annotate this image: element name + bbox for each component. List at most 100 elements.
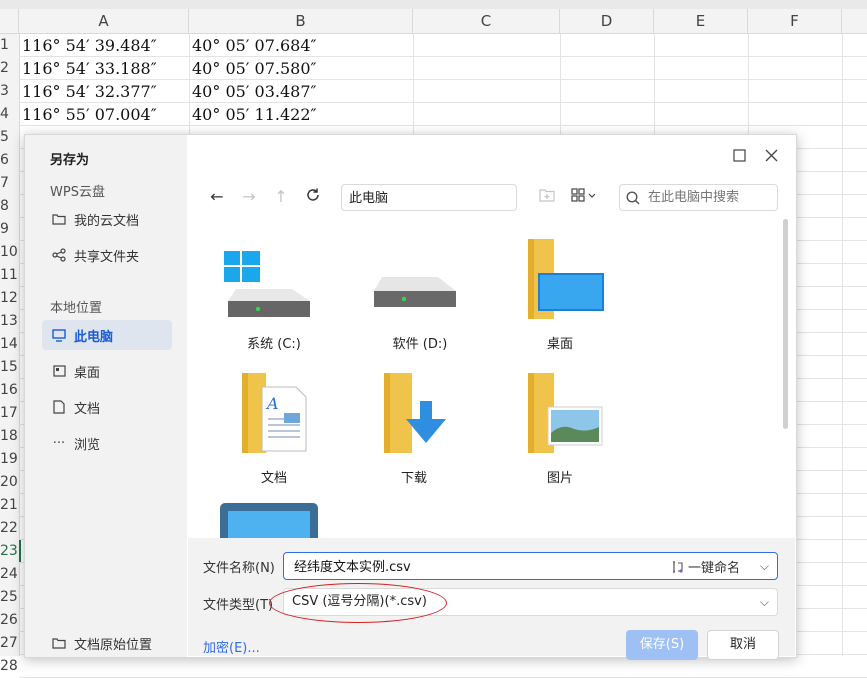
close-icon[interactable] xyxy=(763,149,779,165)
chevron-down-icon[interactable]: ⌵ xyxy=(760,553,769,579)
row-header[interactable]: 15 xyxy=(0,356,19,379)
column-header-a[interactable]: A xyxy=(19,9,189,34)
folder-icon xyxy=(51,635,67,651)
cell-a1[interactable]: 116° 54′ 39.484″ xyxy=(22,35,157,57)
column-header-f[interactable]: F xyxy=(748,9,842,34)
row-header[interactable]: 12 xyxy=(0,287,19,310)
search-input[interactable] xyxy=(646,189,770,206)
sidebar-item-label: 文档 xyxy=(74,401,101,417)
search-box[interactable] xyxy=(619,184,778,211)
filename-field[interactable]: 一键命名 ⌵ xyxy=(283,552,778,580)
search-icon xyxy=(626,190,640,205)
computer-icon xyxy=(51,327,67,343)
save-as-dialog: 另存为 WPS云盘 我的云文档 共享文件夹 本地位置 此电脑 桌面 文档 ···… xyxy=(24,134,797,660)
row-header[interactable]: 20 xyxy=(0,471,19,494)
item-label: 下载 xyxy=(400,471,427,486)
encrypt-link[interactable]: 加密(E)... xyxy=(203,637,260,656)
rename-label: 一键命名 xyxy=(688,561,741,576)
filename-input[interactable] xyxy=(292,557,656,574)
svg-text:A: A xyxy=(265,394,279,413)
sidebar-item-shared-folder[interactable]: 共享文件夹 xyxy=(42,240,172,270)
filename-label: 文件名称(N) xyxy=(203,561,275,576)
new-folder-icon[interactable] xyxy=(537,187,557,207)
cell-a4[interactable]: 116° 55′ 07.004″ xyxy=(22,104,157,126)
documents-folder-icon: A xyxy=(242,373,307,453)
back-icon[interactable]: ← xyxy=(207,187,227,207)
row-header[interactable]: 22 xyxy=(0,517,19,540)
scrollbar[interactable] xyxy=(783,219,788,429)
row-header[interactable]: 7 xyxy=(0,172,19,195)
sidebar: 另存为 WPS云盘 我的云文档 共享文件夹 本地位置 此电脑 桌面 文档 ···… xyxy=(25,135,187,657)
row-header[interactable]: 28 xyxy=(0,655,19,678)
column-header-g[interactable] xyxy=(842,9,867,34)
item-software-drive[interactable]: 软件 (D:) xyxy=(360,239,480,359)
rename-button[interactable]: 一键命名 xyxy=(670,557,740,576)
item-label: 系统 (C:) xyxy=(247,337,301,352)
row-header[interactable]: 2 xyxy=(0,57,19,80)
corner-header[interactable] xyxy=(0,9,19,34)
row-header[interactable]: 24 xyxy=(0,563,19,586)
item-system-drive[interactable]: 系统 (C:) xyxy=(214,239,334,359)
cell-b3[interactable]: 40° 05′ 03.487″ xyxy=(192,81,316,103)
red-circle-annotation xyxy=(269,583,447,623)
sidebar-item-label: 桌面 xyxy=(74,365,101,381)
row-header[interactable]: 10 xyxy=(0,241,19,264)
row-header[interactable]: 26 xyxy=(0,609,19,632)
row-header[interactable]: 3 xyxy=(0,80,19,103)
row-header[interactable]: 17 xyxy=(0,402,19,425)
row-header[interactable]: 11 xyxy=(0,264,19,287)
more-icon: ··· xyxy=(52,435,66,451)
sidebar-section-local: 本地位置 xyxy=(50,301,103,316)
sidebar-section-cloud: WPS云盘 xyxy=(50,185,105,200)
row-header[interactable]: 21 xyxy=(0,494,19,517)
row-header[interactable]: 23 xyxy=(0,540,21,563)
item-label: 软件 (D:) xyxy=(392,337,448,352)
maximize-icon[interactable] xyxy=(731,149,747,165)
row-header[interactable]: 27 xyxy=(0,632,19,655)
row-header[interactable]: 6 xyxy=(0,149,19,172)
forward-icon[interactable]: → xyxy=(239,187,259,207)
item-label: 图片 xyxy=(546,471,573,486)
refresh-icon[interactable] xyxy=(303,187,323,207)
column-header-d[interactable]: D xyxy=(560,9,654,34)
sidebar-item-label: 浏览 xyxy=(74,437,101,453)
cell-a3[interactable]: 116° 54′ 32.377″ xyxy=(22,81,157,103)
view-mode-icon[interactable] xyxy=(569,187,601,207)
path-bar[interactable]: 此电脑 xyxy=(341,184,517,211)
cell-b4[interactable]: 40° 05′ 11.422″ xyxy=(192,104,316,126)
item-desktop[interactable]: 桌面 xyxy=(500,239,620,359)
row-header[interactable]: 14 xyxy=(0,333,19,356)
up-icon[interactable]: ↑ xyxy=(271,187,291,207)
cell-b2[interactable]: 40° 05′ 07.580″ xyxy=(192,58,316,80)
item-label: 桌面 xyxy=(546,337,573,352)
column-header-b[interactable]: B xyxy=(189,9,413,34)
row-header[interactable]: 18 xyxy=(0,425,19,448)
row-header[interactable]: 13 xyxy=(0,310,19,333)
item-documents[interactable]: A 文档 xyxy=(214,373,334,493)
sidebar-item-desktop[interactable]: 桌面 xyxy=(42,356,172,386)
sidebar-item-browse[interactable]: ··· 浏览 xyxy=(42,428,172,458)
item-partial[interactable] xyxy=(214,501,334,539)
row-header[interactable]: 5 xyxy=(0,126,19,149)
row-header[interactable]: 16 xyxy=(0,379,19,402)
row-header[interactable]: 9 xyxy=(0,218,19,241)
cell-b1[interactable]: 40° 05′ 07.684″ xyxy=(192,35,316,57)
system-drive-icon xyxy=(224,251,310,317)
row-header[interactable]: 8 xyxy=(0,195,19,218)
sidebar-item-this-pc[interactable]: 此电脑 xyxy=(42,320,172,350)
folder-icon xyxy=(51,211,67,227)
sidebar-item-my-cloud-docs[interactable]: 我的云文档 xyxy=(42,204,172,234)
sidebar-item-original-location[interactable]: 文档原始位置 xyxy=(42,628,172,658)
row-header[interactable]: 25 xyxy=(0,586,19,609)
row-header[interactable]: 1 xyxy=(0,34,19,57)
cell-a2[interactable]: 116° 54′ 33.188″ xyxy=(22,58,157,80)
row-header[interactable]: 19 xyxy=(0,448,19,471)
column-header-c[interactable]: C xyxy=(413,9,560,34)
row-header[interactable]: 4 xyxy=(0,103,19,126)
sidebar-item-documents[interactable]: 文档 xyxy=(42,392,172,422)
item-downloads[interactable]: 下载 xyxy=(354,373,474,493)
filetype-label: 文件类型(T) xyxy=(203,598,274,613)
monitor-icon xyxy=(220,503,318,539)
column-header-e[interactable]: E xyxy=(654,9,748,34)
item-pictures[interactable]: 图片 xyxy=(500,373,620,493)
